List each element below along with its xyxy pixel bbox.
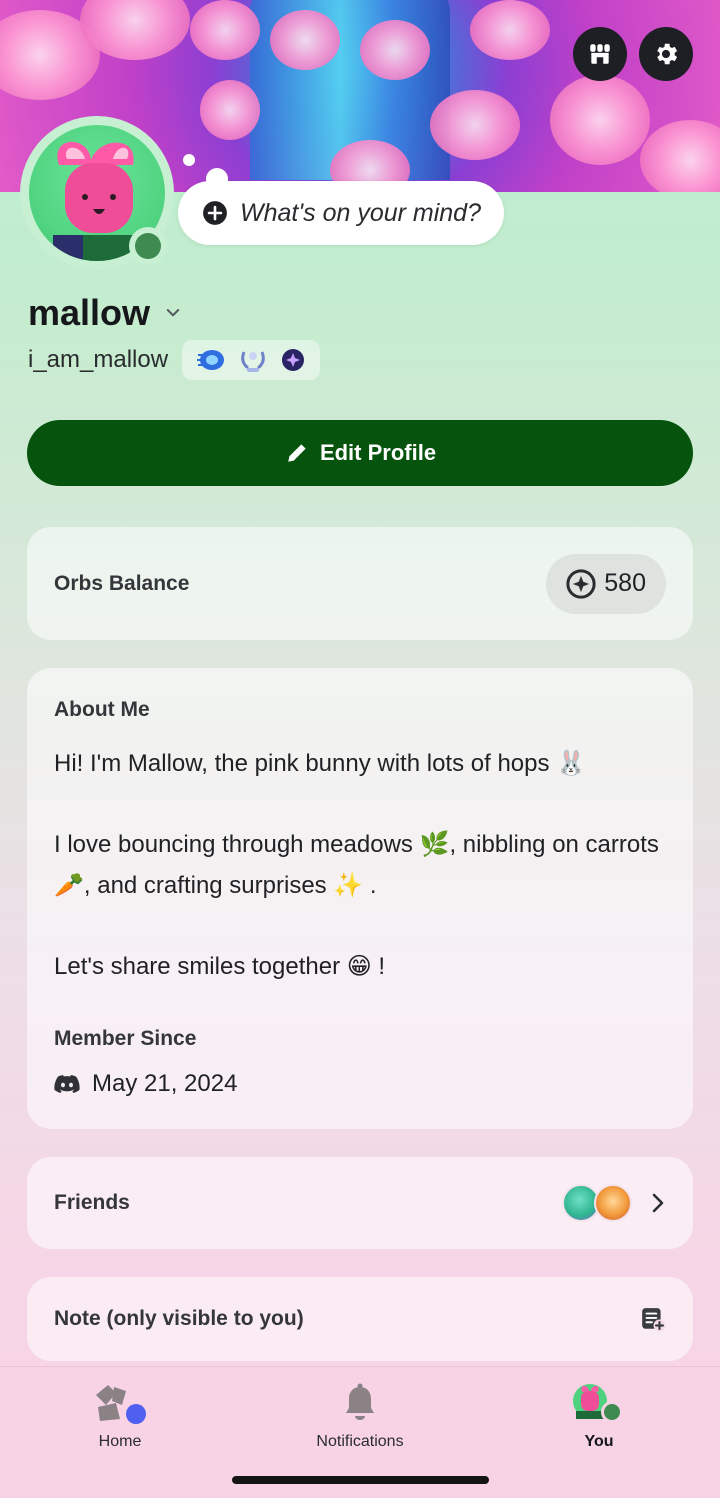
boost-badge-icon[interactable]: [238, 346, 268, 374]
nav-notifications[interactable]: Notifications: [290, 1381, 430, 1451]
about-me-heading: About Me: [54, 698, 150, 721]
settings-button[interactable]: [639, 27, 693, 81]
online-status-indicator: [129, 227, 167, 265]
discord-logo-icon: [54, 1075, 80, 1093]
nav-you-label: You: [584, 1433, 614, 1450]
display-name: mallow: [28, 292, 151, 333]
banner-blossom: [270, 10, 340, 70]
banner-blossom: [550, 75, 650, 165]
shop-icon: [590, 44, 610, 64]
member-since-row: May 21, 2024: [54, 1070, 237, 1098]
nav-notifications-label: Notifications: [316, 1433, 404, 1450]
orb-icon: [566, 568, 596, 599]
status-prompt-text: What's on your mind?: [240, 198, 481, 227]
note-label: Note (only visible to you): [54, 1307, 304, 1330]
nav-you[interactable]: You: [529, 1381, 669, 1451]
about-me-card: About Me Hi! I'm Mallow, the pink bunny …: [27, 668, 693, 1129]
you-avatar-icon: [573, 1384, 623, 1423]
orbs-balance-pill[interactable]: 580: [546, 553, 666, 614]
quest-badge-icon[interactable]: [280, 347, 306, 373]
note-add-icon[interactable]: [640, 1306, 666, 1332]
home-servers-icon: [96, 1385, 146, 1424]
member-since-date: May 21, 2024: [92, 1070, 238, 1097]
add-circle-icon: [203, 201, 227, 225]
chevron-right-icon: [652, 1193, 664, 1213]
chevron-down-icon: [166, 309, 180, 317]
edit-profile-label: Edit Profile: [319, 440, 437, 465]
badge-list[interactable]: [182, 340, 321, 380]
banner-blossom: [640, 120, 720, 192]
shop-button[interactable]: [573, 27, 627, 81]
orbs-balance-card[interactable]: Orbs Balance 580: [27, 527, 693, 640]
banner-blossom: [470, 0, 550, 60]
note-card[interactable]: Note (only visible to you): [27, 1277, 693, 1361]
gear-icon: [657, 43, 678, 65]
edit-profile-button[interactable]: Edit Profile: [27, 420, 693, 486]
friend-avatars: [562, 1184, 632, 1222]
banner-blossom: [200, 80, 260, 140]
username-row: i_am_mallow: [28, 340, 321, 380]
bell-icon: [346, 1383, 374, 1420]
username: i_am_mallow: [28, 346, 169, 373]
display-name-row[interactable]: mallow: [28, 292, 182, 334]
banner-blossom: [430, 90, 520, 160]
friends-card[interactable]: Friends: [27, 1157, 693, 1249]
about-me-text: Hi! I'm Mallow, the pink bunny with lots…: [54, 750, 659, 980]
friend-avatar: [594, 1184, 632, 1222]
member-since-label: Member Since: [54, 1027, 197, 1050]
banner-blossom: [190, 0, 260, 60]
home-indicator[interactable]: [232, 1476, 489, 1484]
orbs-balance-value: 580: [604, 569, 646, 597]
nav-home[interactable]: Home: [50, 1381, 190, 1451]
banner-blossom: [360, 20, 430, 80]
pencil-icon: [288, 444, 306, 462]
nitro-badge-icon[interactable]: [196, 347, 226, 373]
status-prompt-bubble[interactable]: What's on your mind?: [178, 154, 504, 245]
orbs-balance-label: Orbs Balance: [54, 571, 190, 595]
nav-home-label: Home: [98, 1433, 142, 1450]
friends-label: Friends: [54, 1191, 130, 1214]
